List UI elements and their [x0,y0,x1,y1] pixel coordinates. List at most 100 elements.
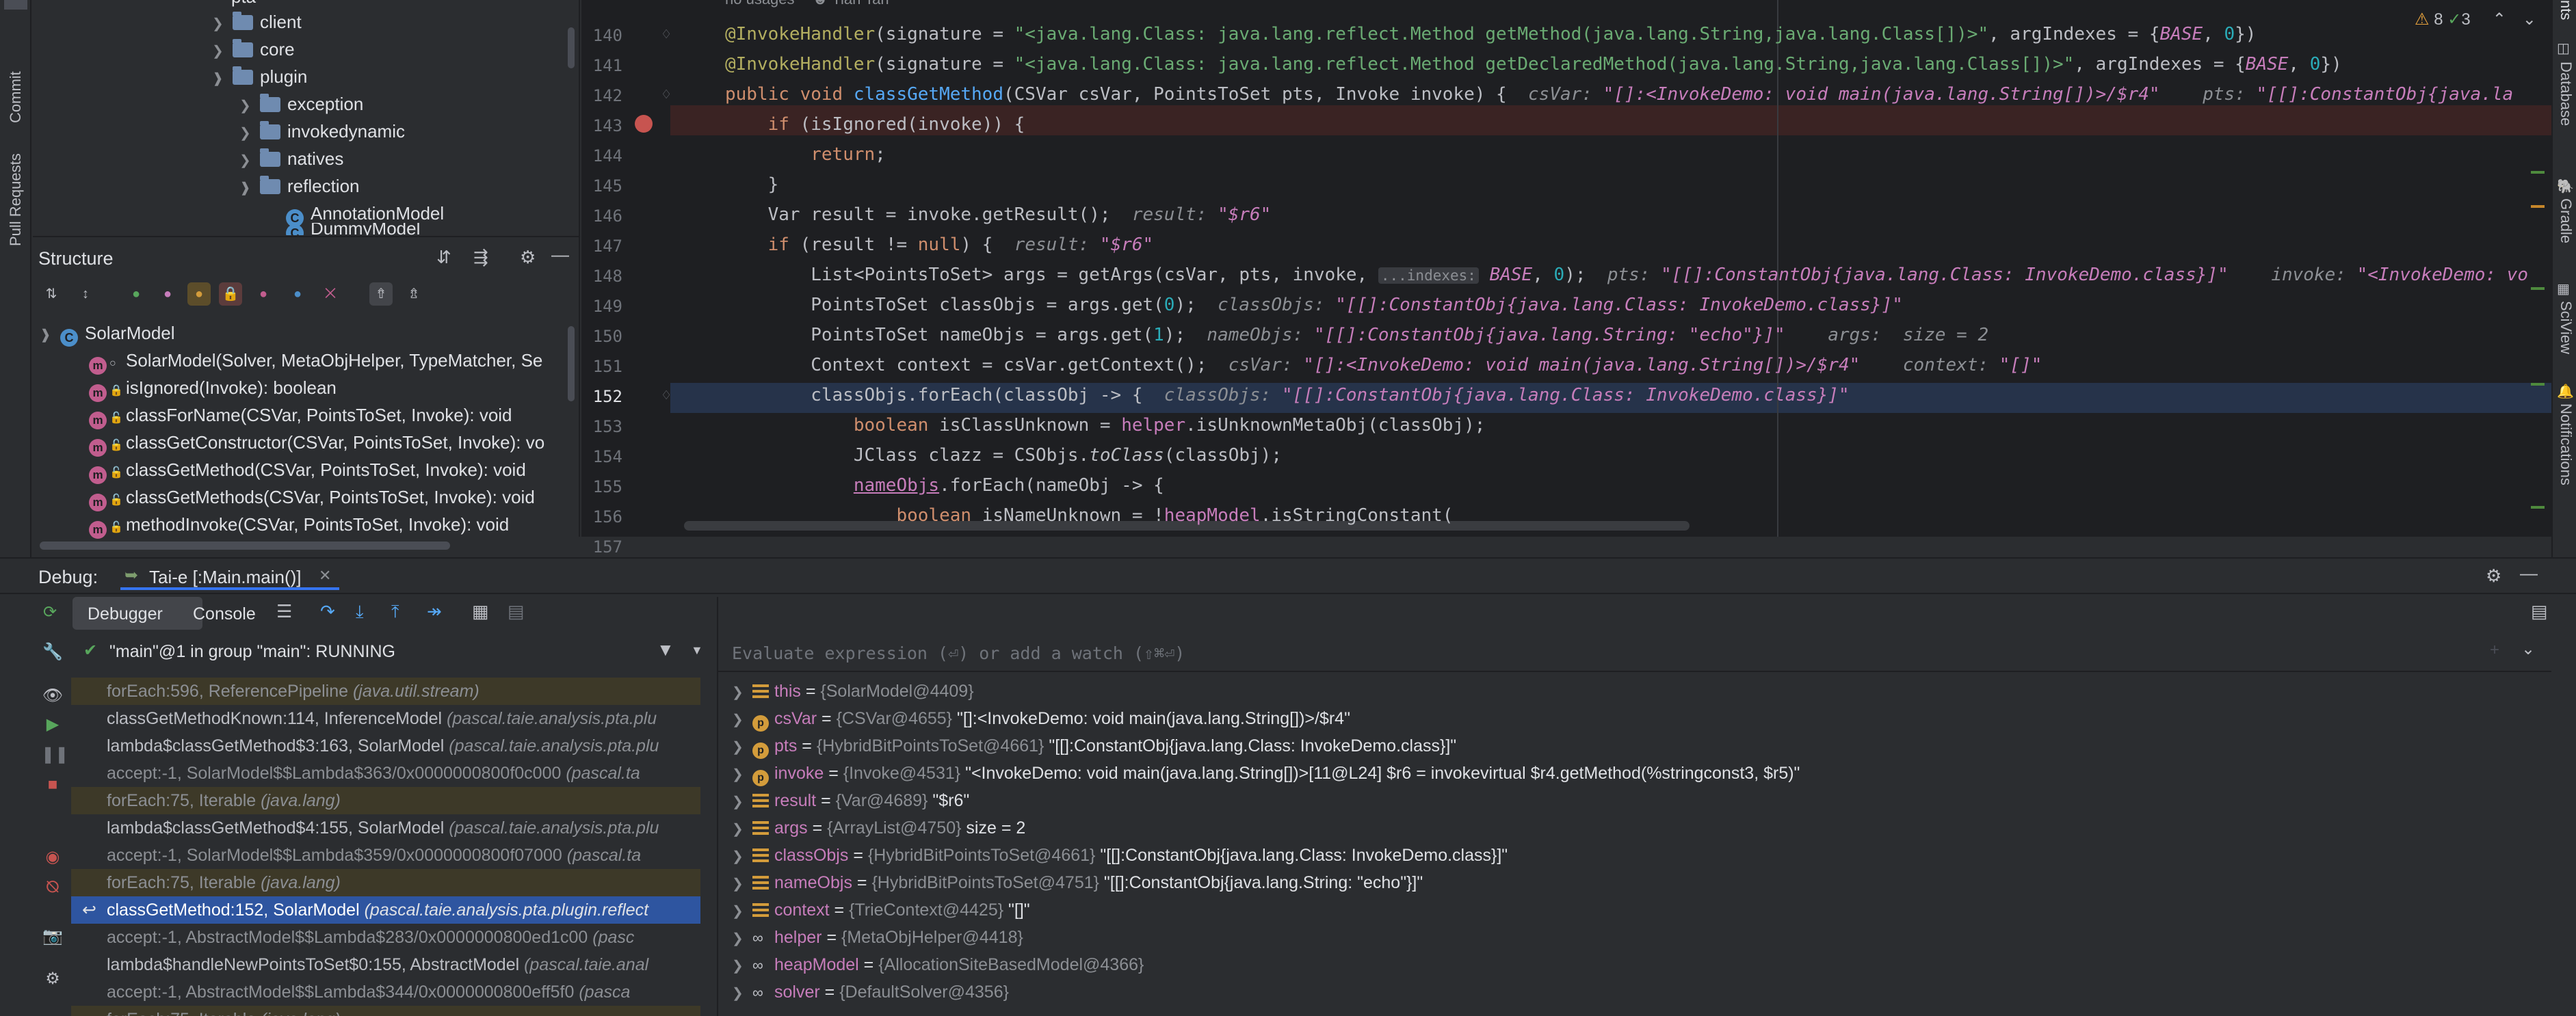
chevron-right-icon[interactable]: ❯ [732,870,752,898]
chevron-right-icon[interactable]: ❯ [732,679,752,706]
variable-row[interactable]: ❯ p pts = {HybridBitPointsToSet@4661} "[[]… [732,732,1456,760]
tree-row-natives[interactable]: ❯ natives [239,145,343,172]
structure-member[interactable]: m ○ SolarModel(Solver, MetaObjHelper, Type… [89,347,542,375]
variable-row[interactable]: ❯ ∞ solver = {DefaultSolver@4356} [732,978,1009,1006]
tree-row-dummymodel[interactable]: C DummyModel [286,223,420,235]
tree-row-exception[interactable]: ❯ exception [239,90,363,118]
variable-row[interactable]: ❯ ∞ helper = {MetaObjHelper@4418} [732,924,1023,951]
inspection-widget[interactable]: ⚠ 8 ✓3 ⌃ ⌄ [2415,10,2536,29]
tab-debugger[interactable]: Debugger [73,597,202,630]
show-anonymous-icon[interactable]: ● [286,282,309,306]
stack-frame[interactable]: forEach:75, Iterable (java.lang) [71,787,700,814]
chevron-right-icon[interactable]: ❯ [239,92,260,120]
gradle-tool-tab[interactable]: Gradle [2557,198,2575,267]
eye-icon[interactable]: 👁 [41,684,64,708]
hide-panel-icon[interactable]: — [2520,563,2538,584]
stack-frame[interactable]: forEach:75, Iterable (java.lang) [71,869,700,896]
chevron-down-icon[interactable]: ❱ [40,321,60,349]
variable-row[interactable]: ❯ p invoke = {Invoke@4531} "<InvokeDemo: v… [732,760,1800,787]
structure-member[interactable]: m 🔒 isIgnored(Invoke): boolean [89,374,337,402]
chevron-right-icon[interactable]: ❯ [732,816,752,843]
fold-icon[interactable]: ♢ [661,27,672,42]
tree-row-invokedynamic[interactable]: ❯ invokedynamic [239,118,405,145]
chevron-right-icon[interactable]: ❯ [239,120,260,147]
project-tool-button[interactable] [4,0,27,10]
run-to-cursor-icon[interactable]: ↠ [427,601,442,622]
step-over-icon[interactable]: ↷ [320,601,335,622]
settings-icon[interactable]: ⚙ [41,967,64,991]
stack-frame[interactable]: lambda$classGetMethod$4:155, SolarModel … [71,814,700,842]
sciview-tool-tab[interactable]: SciView [2557,301,2575,369]
stack-frame[interactable]: classGetMethodKnown:114, InferenceModel … [71,705,700,732]
expand-all-icon[interactable]: ⇵ [436,247,451,268]
stack-frame[interactable]: ↩ classGetMethod:152, SolarModel (pascal… [71,896,700,924]
step-into-icon[interactable]: ⤓ [356,601,364,623]
structure-member[interactable]: m 🔓 methodInvoke(CSVar, PointsToSet, Invok… [89,511,509,539]
add-watch-icon[interactable]: + [2490,641,2499,660]
chevron-right-icon[interactable]: ❯ [732,761,752,788]
resume-icon[interactable]: ▶ [41,713,64,736]
stack-frame[interactable]: forEach:596, ReferencePipeline (java.uti… [71,678,700,705]
show-inherited-icon[interactable]: ● [124,282,148,306]
tab-console[interactable]: Console [193,604,256,624]
commit-tool-tab[interactable]: Commit [7,34,25,123]
mute-breakpoints-icon[interactable]: ⦰ [41,876,64,899]
evaluate-icon[interactable]: ▦ [472,601,489,622]
thread-selector[interactable]: ✔ "main"@1 in group "main": RUNNING ▼ ▼ [71,635,714,667]
chevron-right-icon[interactable]: ❯ [732,898,752,925]
menu-icon[interactable]: ☰ [276,601,292,622]
structure-member[interactable]: m 🔓 classGetMethod(CSVar, PointsToSet, Inv… [89,456,526,484]
debug-session-tab[interactable]: ➥ Tai-e [:Main.main()] ✕ [120,559,339,590]
pause-icon[interactable]: ❚❚ [41,743,68,766]
show-fields-icon[interactable]: ● [187,282,211,306]
structure-member[interactable]: m 🔓 classGetMethods(CSVar, PointsToSet, In… [89,483,535,511]
variable-row[interactable]: ❯ result = {Var@4689} "$r6" [732,787,969,814]
pull-requests-tool-tab[interactable]: Pull Requests [7,144,25,246]
wrench-icon[interactable]: 🔧 [41,641,64,664]
chevron-right-icon[interactable]: ❯ [732,706,752,734]
usages-hint[interactable]: no usages☻ Tian Tan [725,0,889,8]
variable-row[interactable]: ❯ ∞ heapModel = {AllocationSiteBasedModel@… [732,951,1144,978]
tree-row-reflection[interactable]: ❱ reflection [239,172,360,200]
filter-icon[interactable]: ▼ [657,639,674,660]
editor-gutter[interactable]: 140 141 142 143 144 145 146 147 148 149 … [581,0,672,557]
chevron-down-icon[interactable]: ❱ [212,65,233,92]
fold-icon[interactable]: ♢ [661,88,672,102]
chevron-right-icon[interactable]: ❯ [732,980,752,1007]
tree-row-plugin[interactable]: ❱ plugin [212,63,307,90]
variable-row[interactable]: ❯ p csVar = {CSVar@4655} "[]:<InvokeDemo: … [732,705,1350,732]
autoscroll-from-source-icon[interactable]: ⇯ [402,282,425,306]
tree-row-client[interactable]: ❯ client [212,8,302,36]
show-properties-icon[interactable]: ● [156,282,179,306]
chevron-right-icon[interactable]: ❯ [732,788,752,816]
show-x-icon[interactable]: ⨉ [319,282,342,306]
collapse-all-icon[interactable]: ⇶ [473,247,488,268]
chevron-right-icon[interactable]: ❯ [212,38,233,65]
structure-root[interactable]: ❱ C SolarModel [40,319,175,347]
evaluate-input[interactable]: Evaluate expression (⏎) or add a watch (… [732,643,1185,663]
structure-member[interactable]: m 🔓 classGetConstructor(CSVar, PointsToSet… [89,429,544,457]
stack-frame[interactable]: lambda$classGetMethod$3:163, SolarModel … [71,732,700,760]
chevron-right-icon[interactable]: ❯ [239,147,260,174]
layout-icon[interactable]: ▤ [2531,601,2548,622]
chevron-down-icon[interactable]: ❱ [239,174,260,202]
sort-visibility-icon[interactable]: ↕ [74,282,97,306]
project-tree-scrollbar[interactable] [568,27,575,68]
stack-frame[interactable]: accept:-1, AbstractModel$$Lambda$344/0x0… [71,978,700,1006]
variable-row[interactable]: ❯ context = {TrieContext@4425} "[]" [732,896,1030,924]
sort-alpha-icon[interactable]: ⇅ [40,282,63,306]
fold-icon[interactable]: ♢ [661,388,672,403]
structure-member[interactable]: m 🔓 classForName(CSVar, PointsToSet, Invok… [89,401,512,429]
variable-row[interactable]: ❯ nameObjs = {HybridBitPointsToSet@4751} … [732,869,1423,896]
breakpoint-icon[interactable] [635,115,653,133]
chevron-right-icon[interactable]: ❯ [732,925,752,952]
chevron-down-icon[interactable]: ⌄ [2521,639,2535,659]
show-non-public-icon[interactable]: 🔒 [219,282,242,306]
show-lambdas-icon[interactable]: ● [252,282,275,306]
chevron-right-icon[interactable]: ❯ [212,10,233,38]
stack-frame[interactable]: accept:-1, AbstractModel$$Lambda$283/0x0… [71,924,700,951]
chevron-right-icon[interactable]: ❯ [732,843,752,870]
view-breakpoints-icon[interactable]: ◉ [41,846,64,869]
gear-icon[interactable]: ⚙ [520,247,536,268]
chevron-right-icon[interactable]: ❯ [732,952,752,980]
